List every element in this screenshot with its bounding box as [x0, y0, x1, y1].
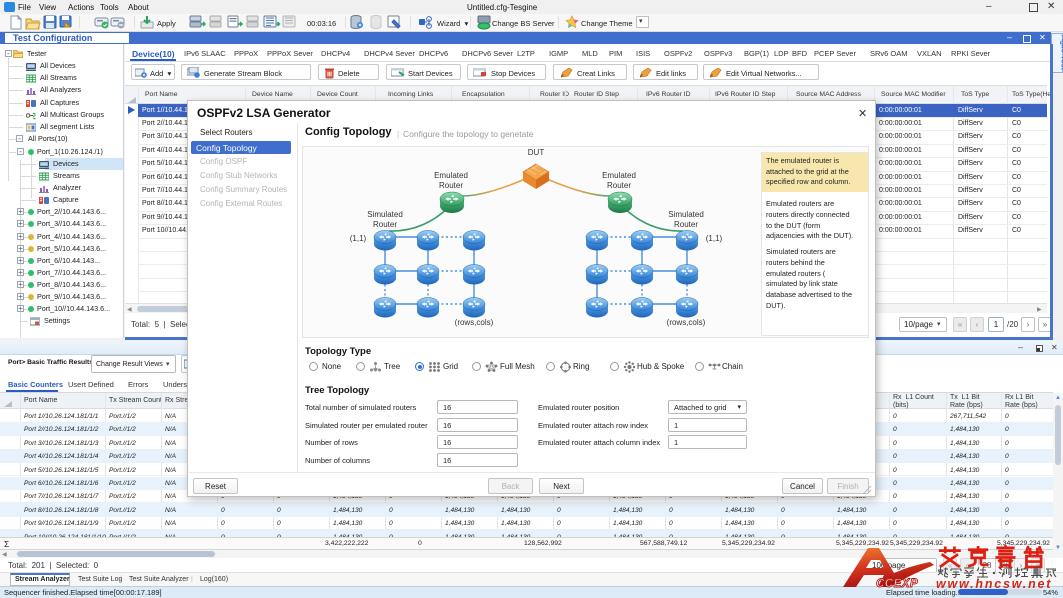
- svg-text:Emulated: Emulated: [434, 171, 468, 180]
- svg-text:Router: Router: [373, 220, 397, 229]
- svg-text:Simulated: Simulated: [668, 210, 704, 219]
- svg-text:(1,1): (1,1): [350, 234, 367, 243]
- svg-text:(rows,cols): (rows,cols): [667, 318, 706, 327]
- svg-text:Router: Router: [439, 181, 463, 190]
- svg-text:Emulated: Emulated: [602, 171, 636, 180]
- svg-text:DUT: DUT: [528, 148, 545, 157]
- svg-text:Router: Router: [674, 220, 698, 229]
- svg-text:(1,1): (1,1): [706, 234, 723, 243]
- svg-text:CCEXP: CCEXP: [876, 578, 918, 590]
- svg-text:Simulated: Simulated: [367, 210, 403, 219]
- svg-text:(rows,cols): (rows,cols): [455, 318, 494, 327]
- svg-text:Router: Router: [607, 181, 631, 190]
